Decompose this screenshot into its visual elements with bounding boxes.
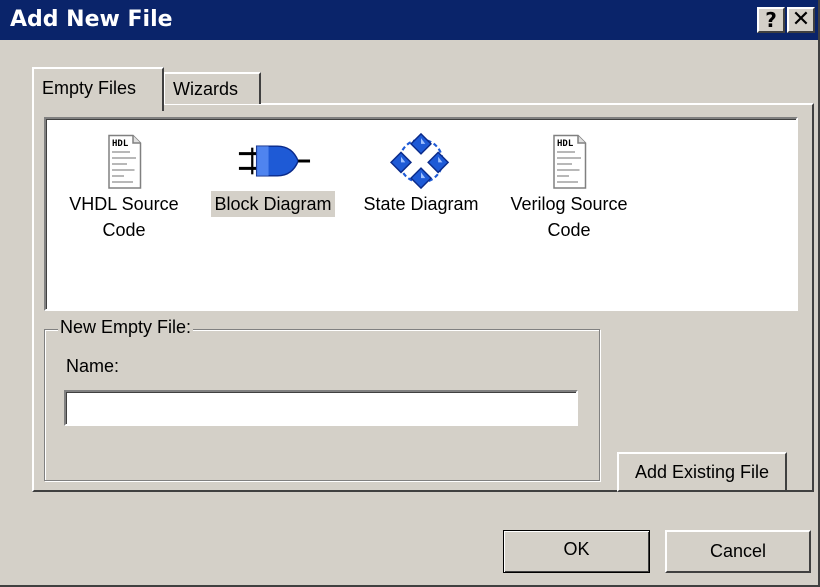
close-button[interactable]: ✕ xyxy=(787,7,815,33)
file-type-label: VHDL Source Code xyxy=(69,194,179,240)
hdl-document-icon: HDL xyxy=(108,134,142,189)
block-diagram-icon xyxy=(238,145,311,177)
cancel-button[interactable]: Cancel xyxy=(665,530,811,573)
file-type-label: Verilog Source Code xyxy=(510,194,628,240)
file-type-list: HDL VHDL Source Code Block Diagram State… xyxy=(44,117,798,311)
file-type-block-diagram[interactable]: Block Diagram xyxy=(198,131,348,217)
tab-empty-files[interactable]: Empty Files xyxy=(32,67,164,111)
name-input[interactable] xyxy=(64,390,578,426)
window-title: Add New File xyxy=(10,7,173,32)
state-diagram-icon xyxy=(389,132,450,190)
help-button[interactable]: ? xyxy=(757,7,785,33)
add-existing-file-button[interactable]: Add Existing File xyxy=(617,452,787,492)
hdl-document-icon: HDL xyxy=(553,134,587,189)
new-empty-file-legend: New Empty File: xyxy=(58,317,194,338)
ok-button[interactable]: OK xyxy=(503,530,650,573)
file-type-state-diagram[interactable]: State Diagram xyxy=(351,131,491,217)
title-bar[interactable]: Add New File ? ✕ xyxy=(0,0,818,40)
file-type-label: Block Diagram xyxy=(211,191,335,217)
hdl-icon-text: HDL xyxy=(112,139,129,149)
file-type-verilog-source[interactable]: HDL Verilog Source Code xyxy=(491,131,647,243)
name-label: Name: xyxy=(66,356,120,376)
add-new-file-dialog: Add New File ? ✕ Empty Files Wizards HDL… xyxy=(0,0,820,587)
file-type-label: State Diagram xyxy=(363,194,479,214)
file-type-vhdl-source[interactable]: HDL VHDL Source Code xyxy=(50,131,198,243)
tab-wizards[interactable]: Wizards xyxy=(163,72,261,104)
hdl-icon-text: HDL xyxy=(557,139,574,149)
